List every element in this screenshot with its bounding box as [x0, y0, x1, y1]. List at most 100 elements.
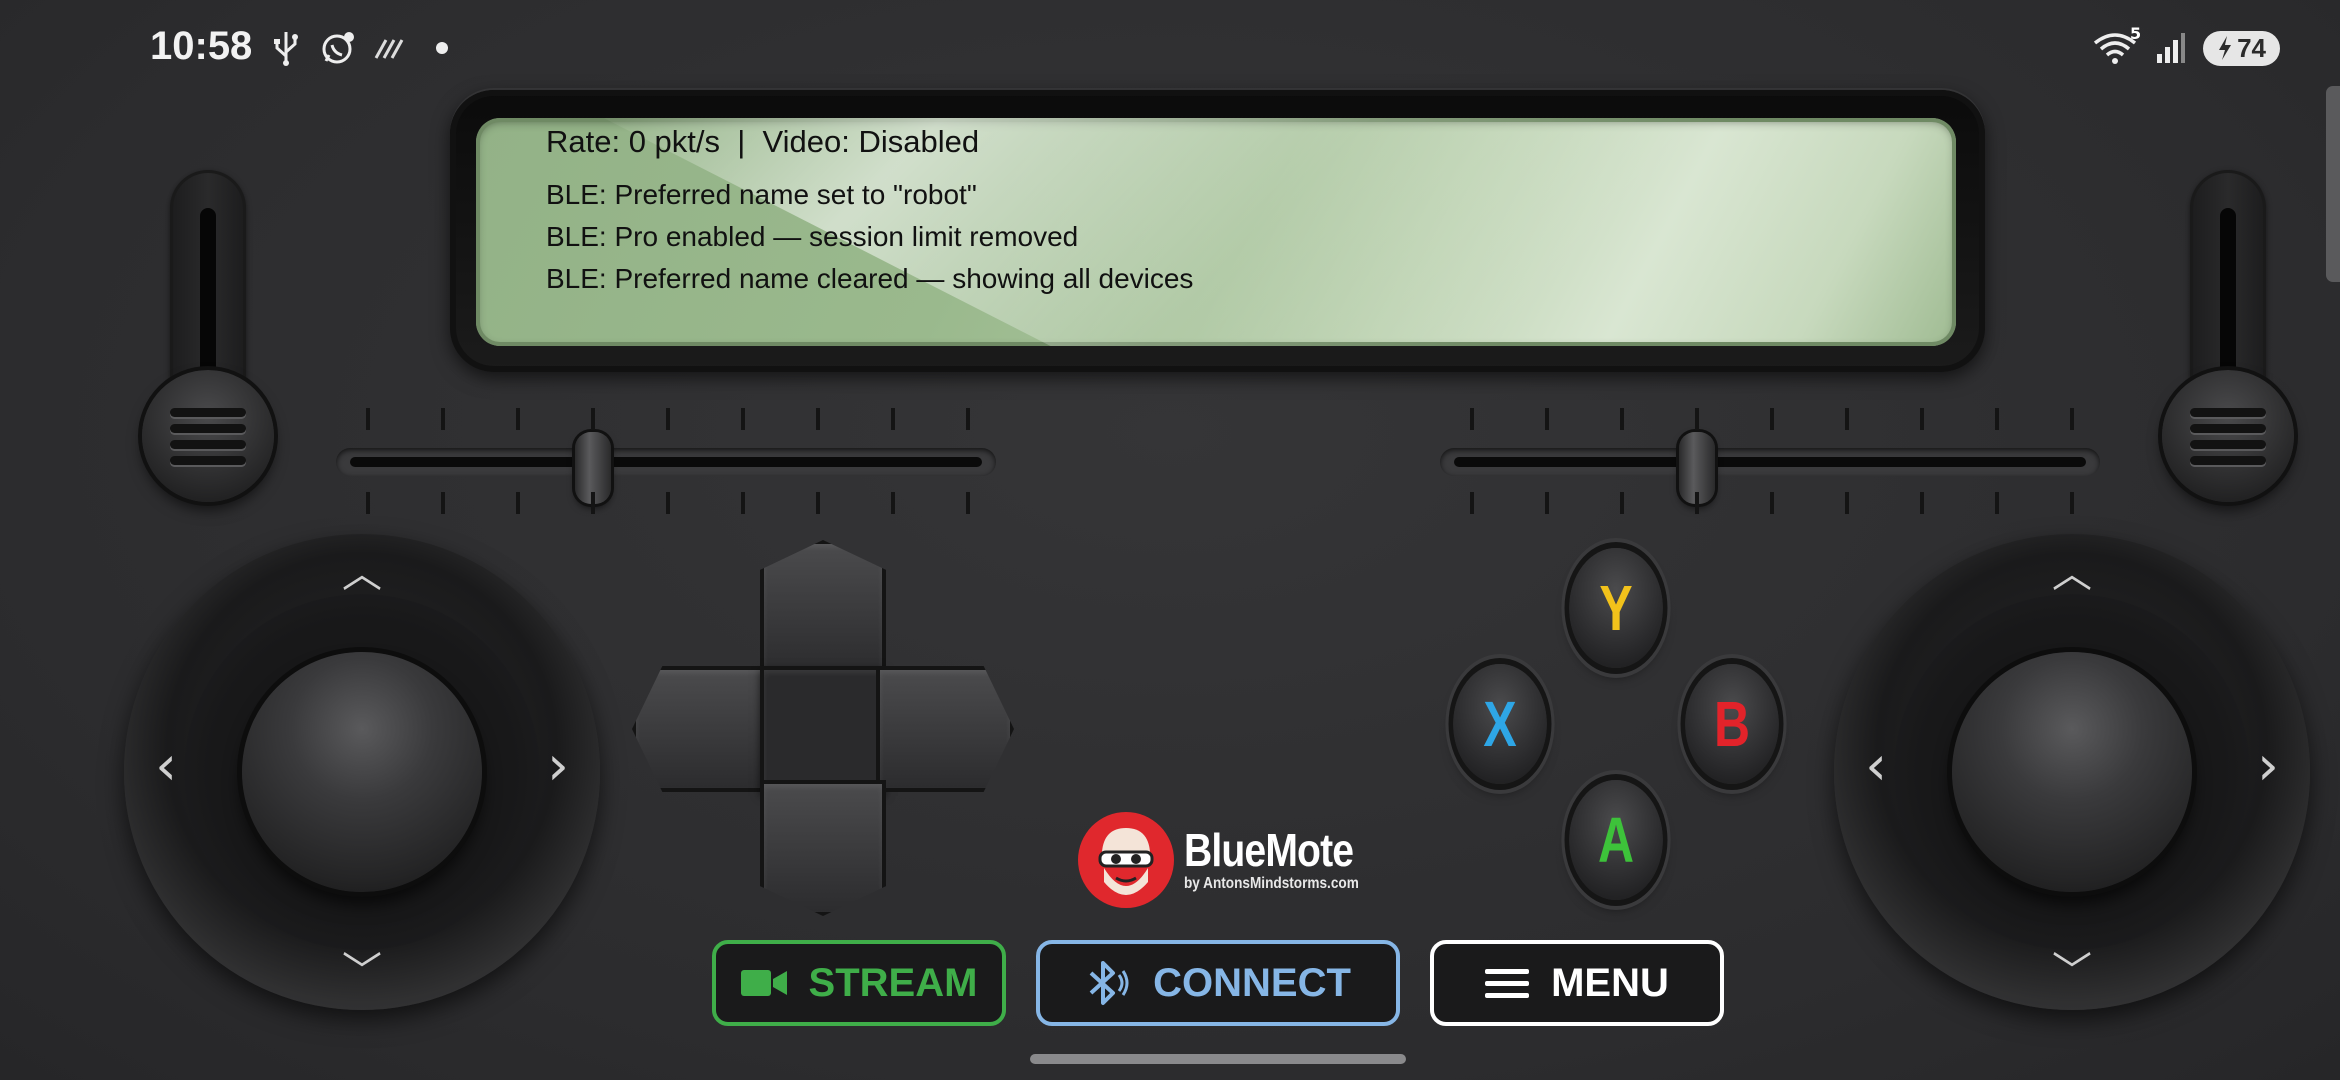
chevron-down-icon: ﹀ — [2052, 949, 2092, 995]
y-button-label: Y — [1599, 572, 1633, 644]
slider-tick — [966, 408, 970, 430]
right-vertical-knob[interactable] — [2162, 370, 2294, 502]
slider-tick — [666, 492, 670, 514]
chevron-right-icon: › — [2257, 734, 2279, 797]
logo-text: BlueMote by AntonsMindstorms.com — [1184, 827, 1390, 893]
chevron-right-icon: › — [547, 734, 569, 797]
logo-name: BlueMote — [1184, 824, 1354, 876]
lcd-log: BLE: Preferred name set to "robot" BLE: … — [546, 174, 1193, 300]
slider-tick — [891, 492, 895, 514]
status-icons-left — [268, 30, 460, 66]
lcd-log-line: BLE: Preferred name set to "robot" — [546, 179, 977, 210]
grip-line — [170, 408, 246, 417]
slider-tick — [441, 408, 445, 430]
grip-line — [170, 424, 246, 433]
dpad-down-button[interactable] — [760, 780, 886, 916]
dpad — [632, 540, 1014, 916]
home-indicator[interactable] — [1030, 1054, 1406, 1064]
y-button[interactable]: Y — [1569, 548, 1663, 668]
menu-button[interactable]: MENU — [1430, 940, 1724, 1026]
logo-mascot-icon — [1078, 812, 1174, 908]
lcd-status-line: Rate: 0 pkt/s | Video: Disabled — [546, 124, 980, 159]
a-button-label: A — [1597, 804, 1635, 876]
slider-tick — [516, 408, 520, 430]
lcd-log-line: BLE: Preferred name cleared — showing al… — [546, 263, 1194, 294]
video-camera-icon — [740, 970, 787, 996]
battery-level: 74 — [2237, 32, 2266, 63]
slider-tick — [1770, 492, 1774, 514]
dot-icon — [424, 30, 460, 66]
charging-icon — [2219, 36, 2232, 60]
right-joystick[interactable]: ︿ ﹀ ‹ › — [1834, 534, 2310, 1010]
chevron-left-icon: ‹ — [155, 734, 177, 797]
dpad-left-button[interactable] — [632, 666, 770, 792]
slider-tick — [591, 492, 595, 514]
left-vertical-knob[interactable] — [142, 370, 274, 502]
status-icons-right: 5 74 — [2091, 24, 2280, 66]
lcd-log-line: BLE: Pro enabled — session limit removed — [546, 221, 1079, 252]
slider-tick — [2070, 408, 2074, 430]
dpad-right-button[interactable] — [876, 666, 1014, 792]
menu-button-label: MENU — [1551, 960, 1669, 1005]
controller-screen: 10:58 5 74 Rate: 0 pkt/s | Video: Disabl… — [0, 0, 2340, 1080]
slider-tick — [1920, 408, 1924, 430]
hamburger-icon — [1485, 969, 1530, 998]
slider-slot — [350, 457, 982, 467]
b-button-label: B — [1713, 688, 1751, 760]
slider-tick — [1995, 408, 1999, 430]
connect-button-label: CONNECT — [1153, 960, 1351, 1005]
slider-tick — [666, 408, 670, 430]
slider-tick — [1845, 492, 1849, 514]
x-button[interactable]: X — [1453, 664, 1547, 784]
grip-line — [170, 456, 246, 465]
slider-tick — [891, 408, 895, 430]
chevron-left-icon: ‹ — [1865, 734, 1887, 797]
grip-line — [2190, 440, 2266, 449]
chevron-down-icon: ﹀ — [342, 949, 382, 995]
slider-tick — [441, 492, 445, 514]
right-horizontal-slider[interactable] — [1440, 406, 2100, 516]
right-joystick-knob[interactable] — [1952, 652, 2192, 892]
wifi-icon: 5 — [2091, 24, 2141, 66]
slider-tick — [1695, 408, 1699, 430]
left-joystick[interactable]: ︿ ﹀ ‹ › — [124, 534, 600, 1010]
grip-line — [170, 440, 246, 449]
dpad-center — [760, 666, 886, 792]
grip-line — [2190, 456, 2266, 465]
dpad-up-button[interactable] — [760, 540, 886, 676]
connect-button[interactable]: CONNECT — [1036, 940, 1400, 1026]
slider-tick — [816, 408, 820, 430]
grip-line — [2190, 424, 2266, 433]
left-joystick-knob[interactable] — [242, 652, 482, 892]
signal-icon — [2153, 30, 2189, 66]
stream-button[interactable]: STREAM — [712, 940, 1006, 1026]
slider-tick — [1845, 408, 1849, 430]
b-button[interactable]: B — [1685, 664, 1779, 784]
chevron-up-icon: ︿ — [2052, 551, 2092, 597]
slider-tick — [1620, 408, 1624, 430]
x-button-label: X — [1483, 688, 1517, 760]
edge-panel-handle[interactable] — [2326, 86, 2340, 282]
slider-tick — [1545, 408, 1549, 430]
slider-tick — [1995, 492, 1999, 514]
grip-line — [2190, 408, 2266, 417]
usb-icon — [268, 30, 304, 66]
slider-tick — [591, 408, 595, 430]
slider-tick — [1545, 492, 1549, 514]
status-time: 10:58 — [150, 24, 253, 68]
chevron-up-icon: ︿ — [342, 551, 382, 597]
bluemote-logo: BlueMote by AntonsMindstorms.com — [1078, 812, 1390, 908]
slider-tick — [966, 492, 970, 514]
stream-button-label: STREAM — [808, 960, 978, 1005]
slider-tick — [816, 492, 820, 514]
battery-indicator: 74 — [2203, 30, 2280, 66]
left-horizontal-slider[interactable] — [336, 406, 996, 516]
slider-tick — [2070, 492, 2074, 514]
no-signal-icon — [372, 30, 408, 66]
slider-tick — [1470, 492, 1474, 514]
slider-tick — [1695, 492, 1699, 514]
slider-tick — [366, 408, 370, 430]
slider-tick — [741, 492, 745, 514]
a-button[interactable]: A — [1569, 780, 1663, 900]
slider-tick — [741, 408, 745, 430]
